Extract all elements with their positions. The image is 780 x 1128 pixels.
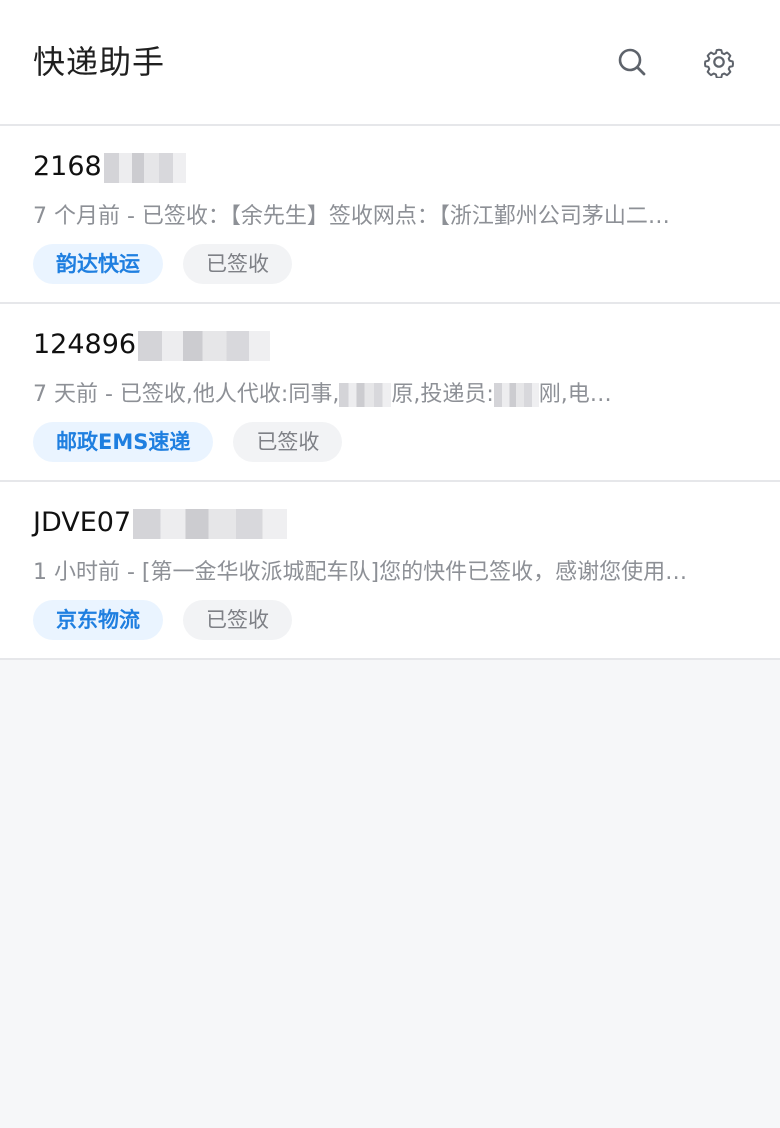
- shipment-card[interactable]: 2168 7 个月前 - 已签收：【余先生】签收网点：【浙江鄞州公司茅山二… 韵…: [0, 126, 780, 304]
- carrier-badge: 邮政EMS速递: [33, 422, 214, 462]
- tracking-number: 2168: [33, 148, 186, 186]
- app-header: 快递助手: [0, 0, 780, 126]
- settings-button[interactable]: [700, 43, 738, 81]
- shipment-summary: 1 小时前 - [第一金华收派城配车队]您的快件已签收，感谢您使用…: [33, 560, 688, 585]
- shipment-tags: 邮政EMS速递 已签收: [33, 422, 343, 462]
- gear-icon: [704, 48, 734, 78]
- page-title: 快递助手: [33, 43, 166, 81]
- redacted-summary-segment: [493, 383, 539, 407]
- status-badge: 已签收: [183, 600, 292, 640]
- shipment-summary: 7 天前 - 已签收,他人代收:同事, 原,投递员: 刚,电…: [33, 382, 612, 407]
- status-badge: 已签收: [183, 244, 292, 284]
- shipment-summary: 7 个月前 - 已签收：【余先生】签收网点：【浙江鄞州公司茅山二…: [33, 204, 670, 229]
- shipment-card[interactable]: 124896 7 天前 - 已签收,他人代收:同事, 原,投递员: 刚,电… 邮政E…: [0, 304, 780, 482]
- tracking-number: JDVE07: [33, 504, 288, 542]
- shipment-list: 2168 7 个月前 - 已签收：【余先生】签收网点：【浙江鄞州公司茅山二… 韵…: [0, 126, 780, 660]
- redacted-tracking-tail: [133, 508, 288, 539]
- redacted-summary-segment: [339, 383, 392, 407]
- carrier-badge: 京东物流: [33, 600, 163, 640]
- tracking-number: 124896: [33, 326, 271, 364]
- carrier-badge: 韵达快运: [33, 244, 163, 284]
- shipment-tags: 京东物流 已签收: [33, 600, 292, 640]
- empty-background-area: [0, 660, 780, 1125]
- redacted-tracking-tail: [103, 152, 186, 183]
- shipment-tags: 韵达快运 已签收: [33, 244, 292, 284]
- redacted-tracking-tail: [138, 330, 271, 361]
- status-badge: 已签收: [233, 422, 343, 462]
- search-button[interactable]: [613, 43, 651, 81]
- search-icon: [618, 48, 646, 76]
- shipment-card[interactable]: JDVE07 1 小时前 - [第一金华收派城配车队]您的快件已签收，感谢您使用…: [0, 482, 780, 660]
